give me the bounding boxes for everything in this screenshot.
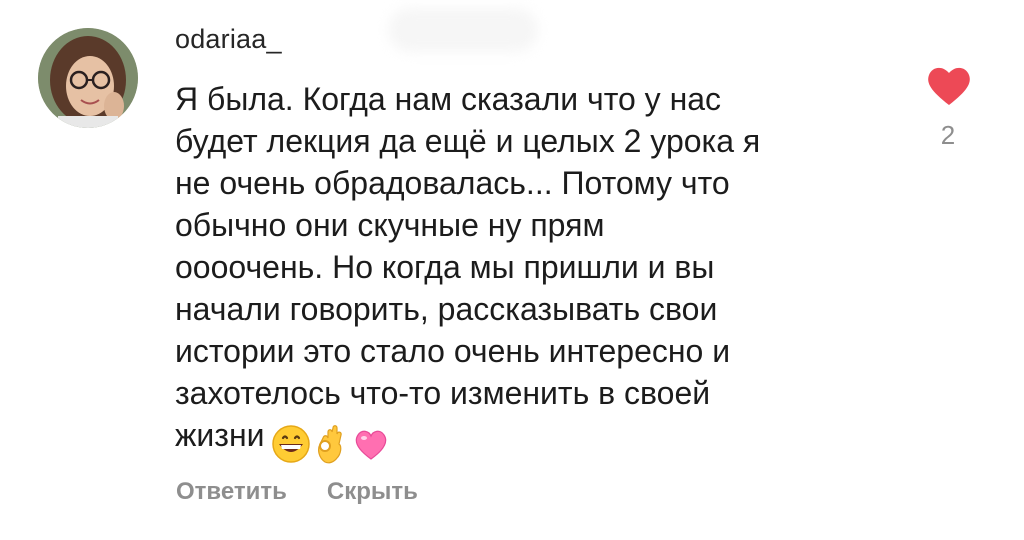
like-button[interactable]	[925, 63, 973, 107]
comment-actions: Ответить Скрыть	[176, 478, 458, 506]
hide-button[interactable]: Скрыть	[327, 478, 418, 505]
comment-text: Я была. Когда нам сказали что у нас буде…	[175, 78, 875, 464]
emoji-row	[271, 420, 391, 464]
redacted-area	[388, 8, 538, 52]
ok-hand-icon	[317, 424, 342, 463]
reply-button[interactable]: Ответить	[176, 478, 287, 505]
avatar[interactable]	[38, 28, 138, 128]
like-count: 2	[940, 120, 956, 150]
username[interactable]: odariaa_	[175, 24, 282, 55]
grinning-face-icon	[271, 424, 310, 463]
comment-body: Я была. Когда нам сказали что у нас буде…	[175, 81, 761, 453]
comment: odariaa_ Я была. Когда нам сказали что у…	[0, 0, 1024, 540]
pink-heart-icon	[355, 430, 386, 460]
heart-icon	[928, 67, 970, 105]
